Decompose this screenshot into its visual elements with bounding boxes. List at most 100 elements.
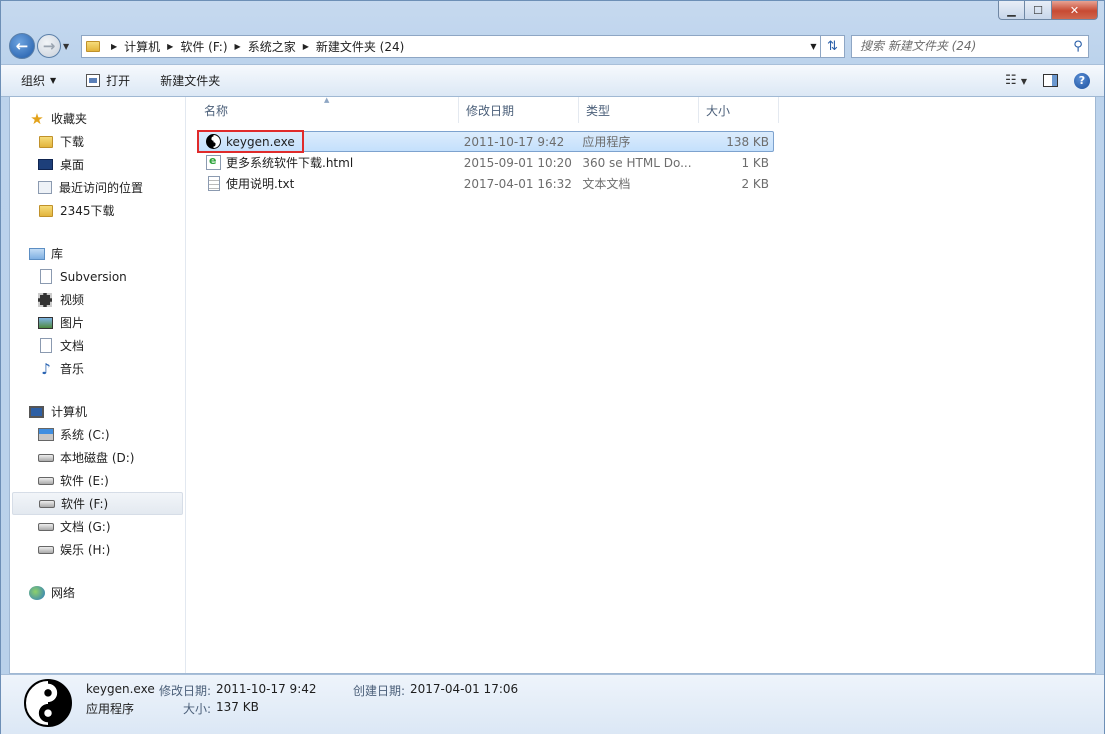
sidebar-item-label: 库 <box>51 247 64 261</box>
sidebar-item-network[interactable]: 网络 <box>10 581 185 604</box>
sidebar-item-favorites[interactable]: ★ 收藏夹 <box>10 107 185 130</box>
file-type: 应用程序 <box>582 135 631 149</box>
file-name: 使用说明.txt <box>226 177 295 191</box>
breadcrumb-computer[interactable]: 计算机 <box>124 38 160 55</box>
sidebar-item-drive-g[interactable]: 文档 (G:) <box>10 515 185 538</box>
arrow-right-icon: → <box>42 37 56 55</box>
sidebar-item-documents[interactable]: 文档 <box>10 334 185 357</box>
sidebar-item-libraries[interactable]: 库 <box>10 242 185 265</box>
content-area: ★ 收藏夹 下载 桌面 最近访问的位置 2345下载 库 Subversion 视… <box>9 96 1096 674</box>
sidebar-item-music[interactable]: ♪ 音乐 <box>10 357 185 380</box>
recent-places-icon <box>38 181 52 194</box>
address-bar[interactable]: ▶ 计算机 ▶ 软件 (F:) ▶ 系统之家 ▶ 新建文件夹 (24) ▼ <box>81 34 821 58</box>
file-name: keygen.exe <box>226 134 295 149</box>
column-headers: 名称 修改日期 类型 大小 <box>186 97 1095 123</box>
navigation-pane: ★ 收藏夹 下载 桌面 最近访问的位置 2345下载 库 Subversion 视… <box>10 97 186 673</box>
hard-drive-icon <box>38 545 54 554</box>
html-file-icon <box>206 154 221 170</box>
details-modified-label: 修改日期: <box>159 684 212 698</box>
sidebar-item-drive-c[interactable]: 系统 (C:) <box>10 423 185 446</box>
column-header-date[interactable]: 修改日期 <box>459 97 579 123</box>
yin-yang-icon <box>24 679 72 727</box>
details-filename: keygen.exe <box>86 682 155 696</box>
forward-button[interactable]: → <box>37 34 61 58</box>
file-size: 138 KB <box>726 134 770 149</box>
help-button[interactable]: ? <box>1074 72 1090 89</box>
sidebar-item-label: 网络 <box>51 586 76 600</box>
maximize-button[interactable]: ☐ <box>1025 1 1052 20</box>
sidebar-item-drive-h[interactable]: 娱乐 (H:) <box>10 538 185 561</box>
search-box[interactable]: ⚲ <box>851 34 1089 58</box>
chevron-down-icon: ▼ <box>63 41 70 51</box>
folder-icon <box>39 204 53 217</box>
chevron-right-icon[interactable]: ▶ <box>111 42 117 51</box>
sidebar-item-label: Subversion <box>60 269 127 284</box>
computer-group: 计算机 系统 (C:) 本地磁盘 (D:) 软件 (E:) 软件 (F:) 文档… <box>10 400 185 561</box>
preview-pane-button[interactable] <box>1043 74 1058 87</box>
minimize-button[interactable]: ▁ <box>998 1 1025 20</box>
new-folder-button[interactable]: 新建文件夹 <box>160 72 220 89</box>
sidebar-item-desktop[interactable]: 桌面 <box>10 153 185 176</box>
sidebar-item-videos[interactable]: 视频 <box>10 288 185 311</box>
back-button[interactable]: ← <box>9 33 35 59</box>
file-row-txt[interactable]: 使用说明.txt 2017-04-01 16:32 文本文档 2 KB <box>197 173 774 194</box>
yin-yang-icon <box>206 134 221 149</box>
question-mark-icon: ? <box>1078 74 1086 87</box>
view-options-button[interactable]: ☷ ▼ <box>1005 73 1027 88</box>
search-icon[interactable]: ⚲ <box>1068 39 1088 54</box>
file-size: 1 KB <box>741 155 770 170</box>
recent-pages-dropdown[interactable]: ▼ <box>63 42 75 51</box>
sidebar-item-computer[interactable]: 计算机 <box>10 400 185 423</box>
desktop-icon <box>38 159 53 170</box>
close-button[interactable]: ✕ <box>1052 1 1098 20</box>
sort-ascending-icon: ▲ <box>324 96 330 104</box>
open-button[interactable]: 打开 <box>86 72 130 89</box>
breadcrumb-current-folder[interactable]: 新建文件夹 (24) <box>316 38 404 55</box>
music-note-icon: ♪ <box>41 359 51 378</box>
chevron-down-icon: ▼ <box>50 76 57 85</box>
sidebar-item-subversion[interactable]: Subversion <box>10 265 185 288</box>
chevron-down-icon: ▼ <box>1020 77 1027 86</box>
network-icon <box>29 585 45 600</box>
chevron-right-icon[interactable]: ▶ <box>167 42 173 51</box>
hard-drive-icon <box>38 522 54 531</box>
sidebar-item-label: 最近访问的位置 <box>59 181 144 195</box>
breadcrumb-xitongzhijia[interactable]: 系统之家 <box>248 38 296 55</box>
file-row-html[interactable]: 更多系统软件下载.html 2015-09-01 10:20 360 se HT… <box>197 152 774 173</box>
column-header-size[interactable]: 大小 <box>699 97 779 123</box>
sidebar-item-drive-d[interactable]: 本地磁盘 (D:) <box>10 446 185 469</box>
toolbar-right: ☷ ▼ ? <box>1005 65 1090 96</box>
sidebar-item-label: 下载 <box>60 135 85 149</box>
file-name-cell: 使用说明.txt <box>198 175 457 192</box>
sidebar-item-label: 图片 <box>60 316 85 330</box>
column-header-type[interactable]: 类型 <box>579 97 699 123</box>
sidebar-item-2345-downloads[interactable]: 2345下载 <box>10 199 185 222</box>
file-type: 360 se HTML Do... <box>582 155 692 170</box>
sidebar-item-recent-places[interactable]: 最近访问的位置 <box>10 176 185 199</box>
arrow-left-icon: ← <box>15 37 29 55</box>
details-modified-value: 2011-10-17 9:42 <box>216 682 317 696</box>
search-input[interactable] <box>860 39 1068 53</box>
file-row-keygen[interactable]: keygen.exe 2011-10-17 9:42 应用程序 138 KB <box>197 131 774 152</box>
file-size: 2 KB <box>741 176 770 191</box>
folder-icon <box>86 40 100 52</box>
caption-buttons: ▁ ☐ ✕ <box>998 1 1098 21</box>
breadcrumb-drive-f[interactable]: 软件 (F:) <box>180 38 227 55</box>
chevron-down-icon: ▼ <box>810 41 817 51</box>
sidebar-item-downloads[interactable]: 下载 <box>10 130 185 153</box>
sidebar-item-drive-f[interactable]: 软件 (F:) <box>12 492 183 515</box>
sidebar-item-label: 系统 (C:) <box>60 428 110 442</box>
open-program-icon <box>86 74 101 87</box>
details-type: 应用程序 <box>86 702 135 716</box>
organize-button[interactable]: 组织 ▼ <box>21 72 56 89</box>
chevron-right-icon[interactable]: ▶ <box>235 42 241 51</box>
sidebar-item-drive-e[interactable]: 软件 (E:) <box>10 469 185 492</box>
address-dropdown[interactable]: ▼ <box>806 42 820 51</box>
refresh-button[interactable]: ⇅ <box>821 34 845 58</box>
view-list-icon: ☷ <box>1005 73 1017 88</box>
refresh-icon: ⇅ <box>827 38 838 54</box>
organize-label: 组织 <box>21 74 46 88</box>
sidebar-item-pictures[interactable]: 图片 <box>10 311 185 334</box>
chevron-right-icon[interactable]: ▶ <box>303 42 309 51</box>
favorites-group: ★ 收藏夹 下载 桌面 最近访问的位置 2345下载 <box>10 107 185 222</box>
